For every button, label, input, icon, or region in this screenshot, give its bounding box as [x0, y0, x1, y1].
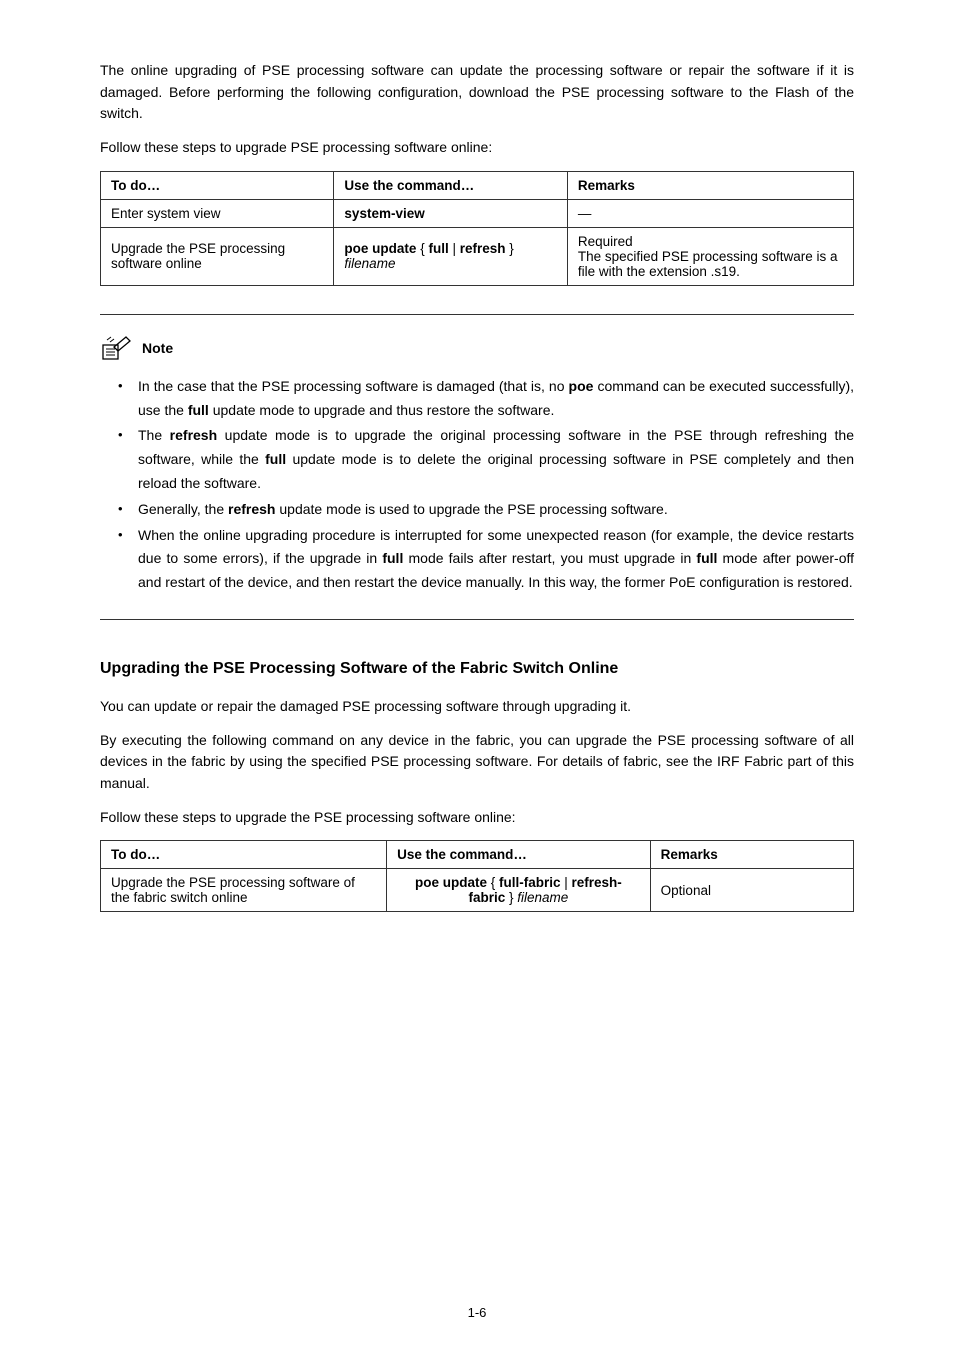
- sec2-p2: By executing the following command on an…: [100, 730, 854, 795]
- list-item: In the case that the PSE processing soft…: [118, 375, 854, 423]
- t1-r1-c2: system-view: [334, 199, 567, 227]
- t2-h1: To do…: [101, 841, 387, 869]
- sec2-p1: You can update or repair the damaged PSE…: [100, 696, 854, 718]
- table-row: Upgrade the PSE processing software onli…: [101, 227, 854, 285]
- list-item: When the online upgrading procedure is i…: [118, 524, 854, 595]
- intro-p2: Follow these steps to upgrade PSE proces…: [100, 137, 854, 159]
- t1-h3: Remarks: [567, 171, 853, 199]
- note-icon: [100, 335, 134, 361]
- t1-r2-c1: Upgrade the PSE processing software onli…: [101, 227, 334, 285]
- config-table-2: To do… Use the command… Remarks Upgrade …: [100, 840, 854, 912]
- t1-r2-c2: poe update { full | refresh } filename: [334, 227, 567, 285]
- table-row: Upgrade the PSE processing software of t…: [101, 869, 854, 912]
- config-table-1: To do… Use the command… Remarks Enter sy…: [100, 171, 854, 286]
- t2-r1-c1: Upgrade the PSE processing software of t…: [101, 869, 387, 912]
- note-label: Note: [142, 340, 173, 356]
- table-row: Enter system view system-view —: [101, 199, 854, 227]
- page-footer: 1-6: [0, 1305, 954, 1320]
- t1-r1-c1: Enter system view: [101, 199, 334, 227]
- t2-r1-c3: Optional: [650, 869, 853, 912]
- note-block: Note In the case that the PSE processing…: [100, 314, 854, 620]
- sec2-p3: Follow these steps to upgrade the PSE pr…: [100, 807, 854, 829]
- t1-h1: To do…: [101, 171, 334, 199]
- t2-h2: Use the command…: [387, 841, 651, 869]
- list-item: The refresh update mode is to upgrade th…: [118, 424, 854, 495]
- page: The online upgrading of PSE processing s…: [0, 0, 954, 1350]
- t1-r1-c3: —: [567, 199, 853, 227]
- t2-r1-c2: poe update { full-fabric | refresh-fabri…: [387, 869, 651, 912]
- t1-r2-c3: Required The specified PSE processing so…: [567, 227, 853, 285]
- t2-h3: Remarks: [650, 841, 853, 869]
- list-item: Generally, the refresh update mode is us…: [118, 498, 854, 522]
- note-head: Note: [100, 335, 854, 361]
- section2-heading: Upgrading the PSE Processing Software of…: [100, 660, 854, 678]
- intro-p1: The online upgrading of PSE processing s…: [100, 60, 854, 125]
- t1-h2: Use the command…: [334, 171, 567, 199]
- note-bullets: In the case that the PSE processing soft…: [100, 375, 854, 595]
